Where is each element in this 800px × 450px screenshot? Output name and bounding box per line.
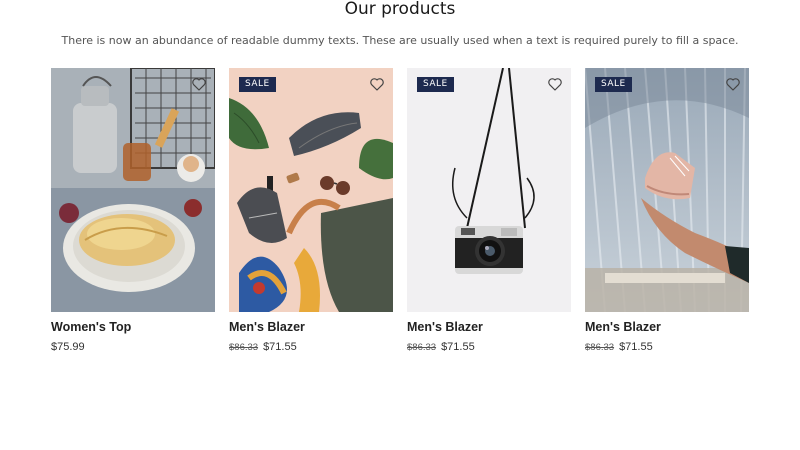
product-name[interactable]: Women's Top [51,320,131,334]
product-name[interactable]: Men's Blazer [229,320,305,334]
heart-icon[interactable] [369,76,385,92]
product-name[interactable]: Men's Blazer [585,320,661,334]
current-price: $71.55 [619,341,653,353]
old-price: $86.33 [585,342,615,353]
flatlay-photo [229,68,393,312]
sale-badge: SALE [417,77,454,92]
product-card[interactable]: SALE Men's Blazer $86.33 $71.55 [407,68,571,353]
current-price: $75.99 [51,341,85,353]
product-image-link[interactable]: SALE [407,68,571,312]
price-row: $86.33 $71.55 [229,341,297,353]
old-price: $86.33 [407,342,437,353]
heart-icon[interactable] [725,76,741,92]
camera-photo [407,68,571,312]
old-price: $86.33 [229,342,259,353]
product-image-link[interactable]: SALE [585,68,749,312]
product-card[interactable]: SALE Men's Blazer $86.33 $71.55 [585,68,749,353]
product-image-link[interactable] [51,68,215,312]
heart-icon[interactable] [191,76,207,92]
product-card[interactable]: Women's Top $75.99 [51,68,215,353]
price-row: $86.33 $71.55 [585,341,653,353]
section-title: Our products [344,0,456,19]
section-subtitle: There is now an abundance of readable du… [61,34,739,47]
price-row: $86.33 $71.55 [407,341,475,353]
pancakes-photo [51,68,215,312]
shoe-photo [585,68,749,312]
sale-badge: SALE [595,77,632,92]
product-card[interactable]: SALE Men's Blazer $86.33 $71.55 [229,68,393,353]
products-section: Our products There is now an abundance o… [0,0,800,450]
current-price: $71.55 [263,341,297,353]
heart-icon[interactable] [547,76,563,92]
current-price: $71.55 [441,341,475,353]
price-row: $75.99 [51,341,85,353]
sale-badge: SALE [239,77,276,92]
product-image-link[interactable]: SALE [229,68,393,312]
product-name[interactable]: Men's Blazer [407,320,483,334]
